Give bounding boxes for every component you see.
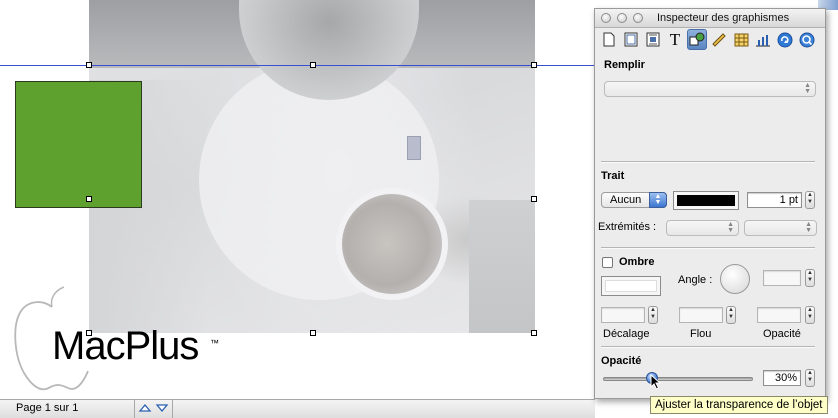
wrap-inspector-tab[interactable] <box>643 29 663 50</box>
stroke-width-field[interactable]: 1 pt <box>747 192 802 208</box>
quicktime-inspector-tab[interactable] <box>797 29 817 50</box>
minimize-window-button[interactable] <box>617 13 627 23</box>
selection-handle-top-right[interactable] <box>531 62 537 68</box>
inspector-titlebar[interactable]: Inspecteur des graphismes <box>595 9 825 28</box>
popup-arrows-icon: ▲ ▼ <box>804 82 811 95</box>
next-page-button[interactable] <box>155 401 169 415</box>
angle-label: Angle : <box>678 274 713 286</box>
inspector-toolbar: T <box>599 29 823 51</box>
popup-arrows-icon: ▲ ▼ <box>805 221 812 234</box>
stroke-style-value: Aucun <box>610 194 642 206</box>
fill-section-title: Remplir <box>604 59 645 71</box>
selection-handle-top-left[interactable] <box>86 62 92 68</box>
blur-label: Flou <box>690 328 712 340</box>
opacity-stepper[interactable]: ▲ ▼ <box>805 369 815 387</box>
status-separator <box>172 400 173 418</box>
shadow-opacity-stepper[interactable]: ▲ ▼ <box>805 306 815 324</box>
shadow-opacity-field[interactable] <box>757 307 801 323</box>
selection-handle-left[interactable] <box>86 196 92 202</box>
chart-inspector-tab[interactable] <box>753 29 773 50</box>
angle-dial[interactable] <box>720 264 750 294</box>
document-icon <box>603 32 615 47</box>
text-icon: T <box>669 29 681 49</box>
endpoint-end-popup[interactable]: ▲ ▼ <box>744 220 817 236</box>
blur-stepper[interactable]: ▲ ▼ <box>726 306 736 324</box>
metrics-icon <box>712 33 726 47</box>
selection-handle-bottom[interactable] <box>310 330 316 336</box>
opacity-field[interactable]: 30% <box>763 370 801 386</box>
opacity-section-title: Opacité <box>601 355 642 367</box>
selection-handle-top[interactable] <box>310 62 316 68</box>
layout-inspector-tab[interactable] <box>621 29 641 50</box>
close-window-button[interactable] <box>601 13 611 23</box>
status-bar: Page 1 sur 1 <box>0 399 595 418</box>
stroke-section-title: Trait <box>601 170 625 182</box>
metrics-inspector-tab[interactable] <box>709 29 729 50</box>
wrap-icon <box>646 32 660 47</box>
photo-shadow-right <box>469 200 535 333</box>
selection-handle-bottom-right[interactable] <box>531 330 537 336</box>
page-indicator: Page 1 sur 1 <box>16 402 79 414</box>
shadow-checkbox[interactable] <box>602 257 613 268</box>
section-divider <box>601 247 815 249</box>
selection-handle-right[interactable] <box>531 196 537 202</box>
astronaut-photo[interactable] <box>89 0 535 333</box>
offset-label: Décalage <box>603 328 650 340</box>
stroke-style-popup[interactable]: Aucun ▲ ▼ <box>601 192 667 208</box>
graphics-inspector-panel: Inspecteur des graphismes T Remplir ▲ ▼ … <box>594 8 826 399</box>
offset-field[interactable] <box>601 307 645 323</box>
angle-stepper[interactable]: ▲ ▼ <box>805 269 815 287</box>
section-divider <box>601 346 815 348</box>
table-inspector-tab[interactable] <box>731 29 751 50</box>
macplus-logo: MacPlus <box>52 324 199 368</box>
document-inspector-tab[interactable] <box>599 29 619 50</box>
mouse-pointer-icon <box>650 374 662 390</box>
blur-field[interactable] <box>679 307 723 323</box>
stroke-color-swatch <box>677 195 735 206</box>
fill-popup[interactable]: ▲ ▼ <box>604 81 816 97</box>
photo-badge <box>407 136 421 160</box>
quicktime-icon <box>799 32 815 47</box>
tooltip: Ajuster la transparence de l’objet <box>650 396 828 414</box>
stroke-width-stepper[interactable]: ▲ ▼ <box>805 191 815 209</box>
angle-field[interactable] <box>763 270 801 286</box>
table-icon <box>734 33 748 46</box>
link-icon <box>777 32 793 47</box>
offset-stepper[interactable]: ▲ ▼ <box>648 306 658 324</box>
graphic-inspector-tab[interactable] <box>687 29 707 50</box>
shadow-color-swatch <box>605 280 657 292</box>
opacity-slider[interactable] <box>603 377 753 381</box>
status-separator <box>134 400 135 418</box>
section-divider <box>601 161 815 163</box>
shadow-opacity-label: Opacité <box>763 328 801 340</box>
endpoint-start-popup[interactable]: ▲ ▼ <box>666 220 739 236</box>
graphic-icon <box>689 32 705 46</box>
chart-icon <box>756 34 770 46</box>
zoom-window-button[interactable] <box>633 13 643 23</box>
link-inspector-tab[interactable] <box>775 29 795 50</box>
popup-arrows-icon: ▲ ▼ <box>727 221 734 234</box>
layout-icon <box>624 32 638 47</box>
previous-page-button[interactable] <box>138 401 152 415</box>
text-inspector-tab[interactable]: T <box>665 29 685 50</box>
shadow-color-well[interactable] <box>601 276 661 296</box>
photo-helmet <box>336 188 448 300</box>
trademark-symbol: ™ <box>210 338 219 348</box>
endpoints-label: Extrémités : <box>598 221 657 233</box>
popup-arrows-icon: ▲ ▼ <box>649 192 667 208</box>
green-square-shape[interactable] <box>15 81 142 208</box>
inspector-title: Inspecteur des graphismes <box>657 12 790 24</box>
stroke-color-well[interactable] <box>673 191 739 210</box>
shadow-section-title: Ombre <box>619 256 655 268</box>
